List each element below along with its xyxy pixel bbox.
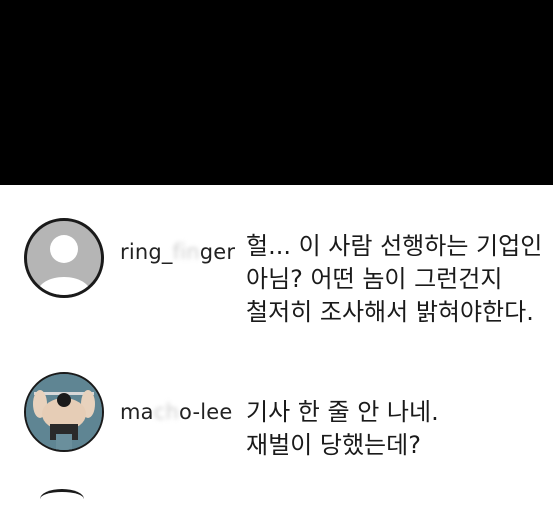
comment-username[interactable]: macho-lee	[120, 400, 233, 424]
black-top-panel	[0, 0, 553, 185]
comment-line: 철저히 조사해서 밝혀야한다.	[246, 298, 534, 326]
username-blurred-part: ch	[153, 400, 179, 424]
muscle-man-avatar[interactable]	[24, 372, 104, 452]
username-prefix: ring_	[120, 240, 173, 264]
comment-text: 헐... 이 사람 선행하는 기업인 아님? 어떤 놈이 그런건지 철저히 조사…	[246, 230, 542, 329]
comment-line: 헐... 이 사람 선행하는 기업인	[246, 232, 543, 260]
comment-text: 기사 한 줄 안 나네. 재벌이 당했는데?	[246, 396, 439, 462]
comment-line: 아님? 어떤 놈이 그런건지	[246, 265, 503, 293]
username-prefix: ma	[120, 400, 154, 424]
comment-username[interactable]: ring_finger	[120, 240, 235, 264]
username-suffix: o-lee	[179, 400, 233, 424]
username-blurred-part: fin	[172, 240, 200, 264]
comment-line: 기사 한 줄 안 나네.	[246, 398, 439, 426]
default-profile-icon[interactable]	[24, 218, 104, 298]
username-suffix: ger	[199, 240, 236, 264]
comment-line: 재벌이 당했는데?	[246, 431, 421, 459]
next-comment-avatar-partial	[40, 489, 84, 509]
